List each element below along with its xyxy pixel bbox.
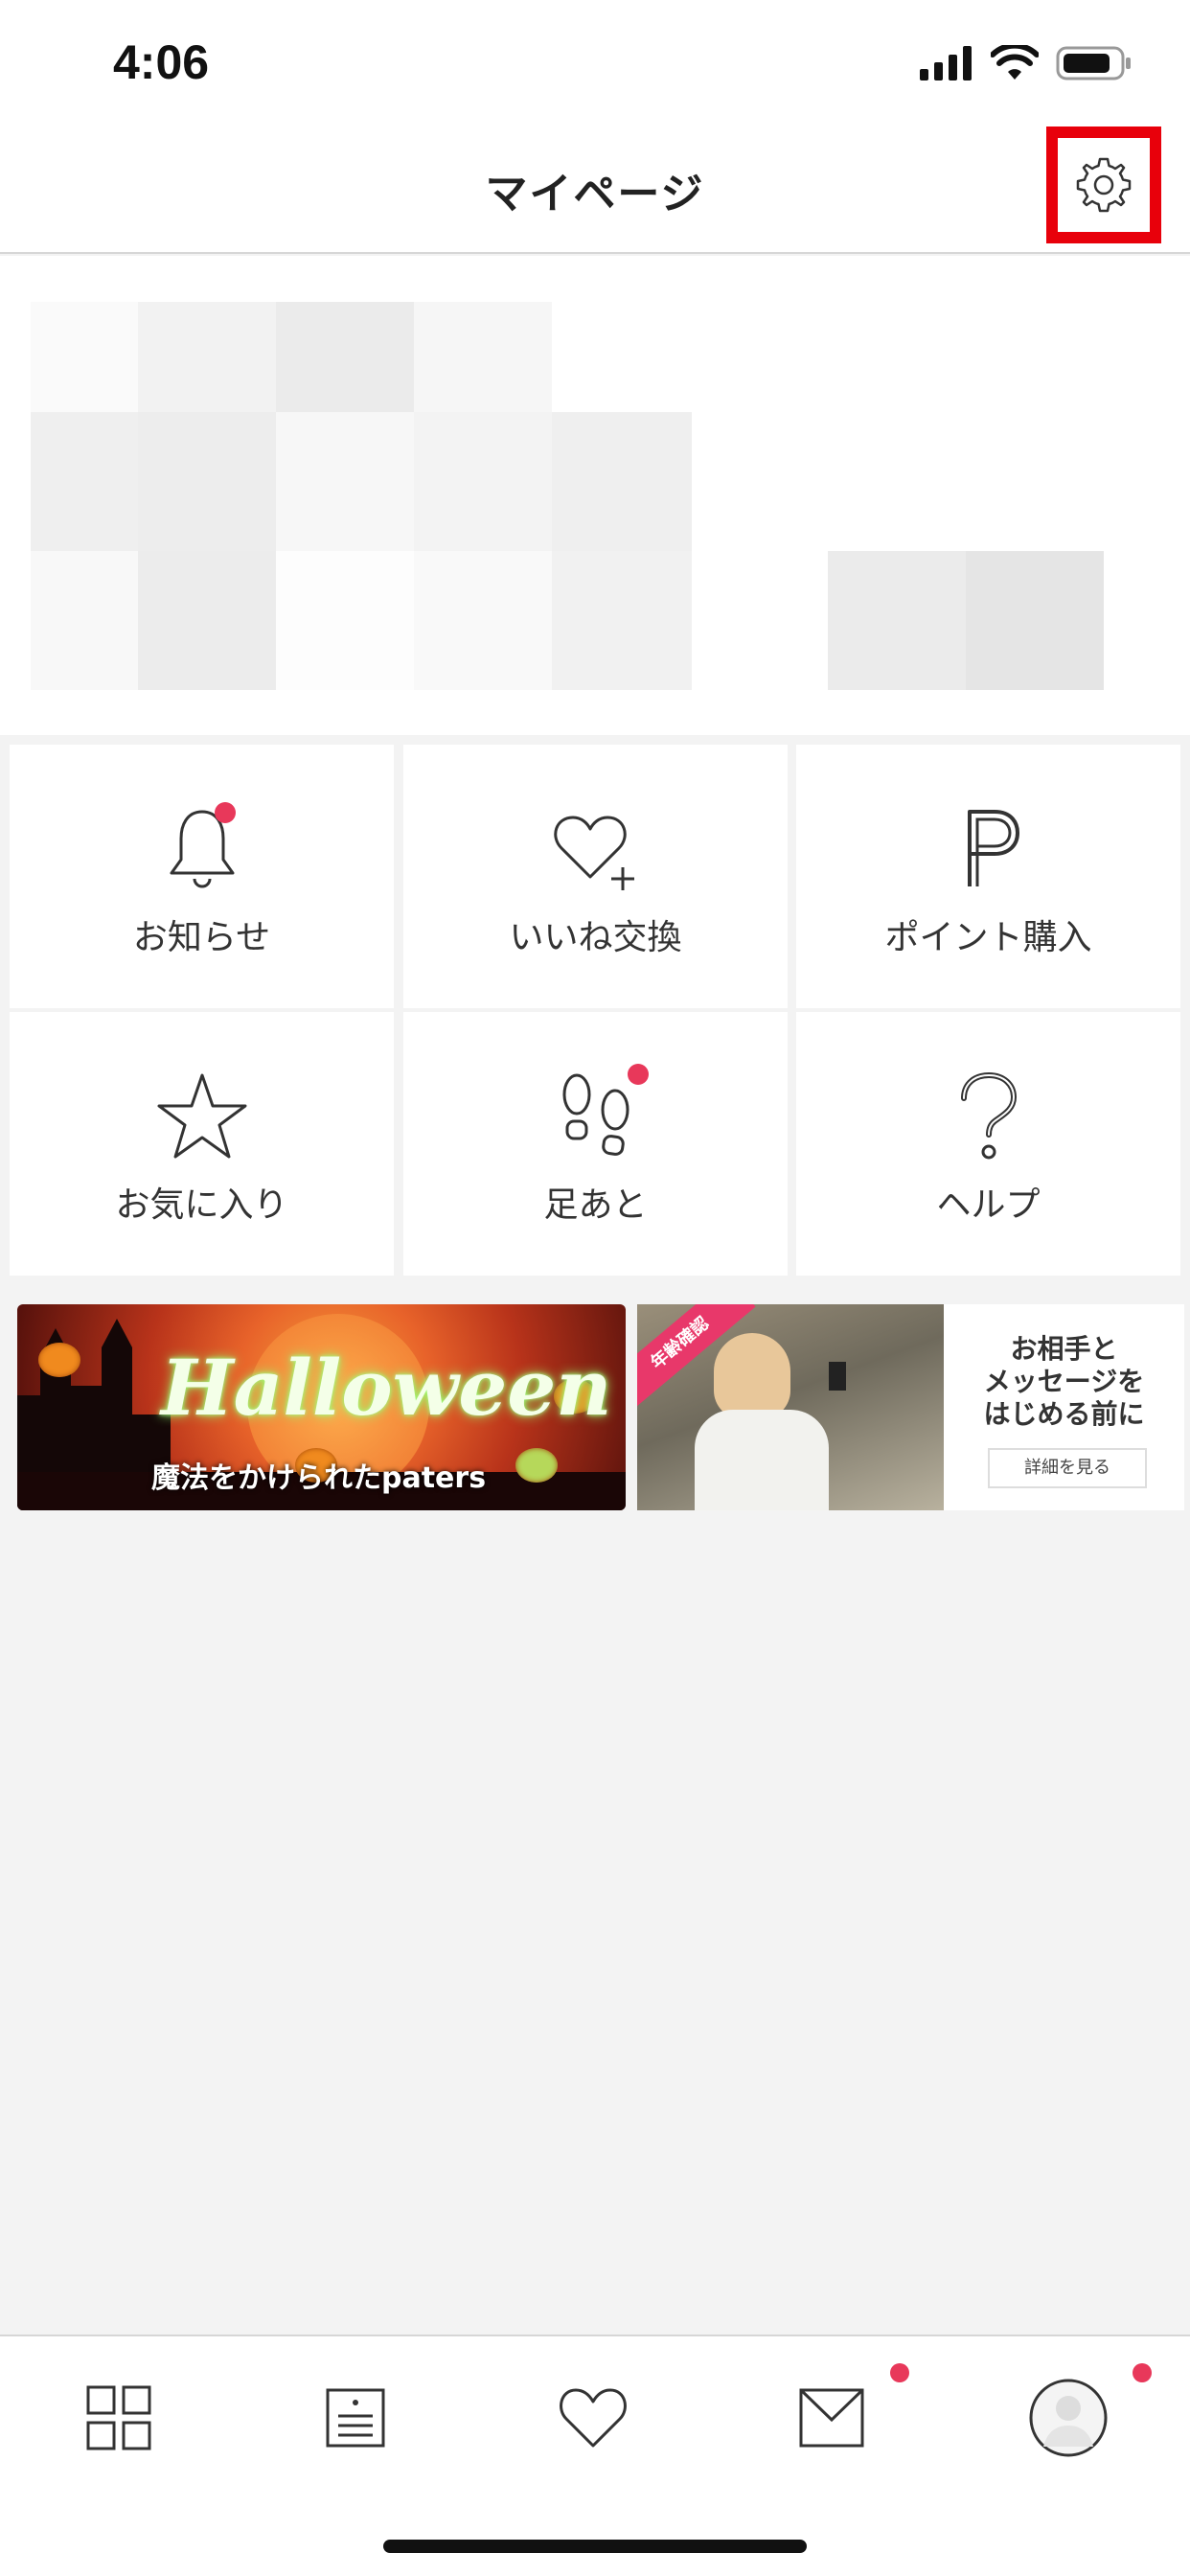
notification-badge [890, 2363, 909, 2382]
settings-button[interactable] [1046, 126, 1161, 243]
banner-headline: Halloween [161, 1343, 612, 1433]
menu-item-help[interactable]: ヘルプ [796, 1012, 1180, 1276]
menu-item-notifications[interactable]: お知らせ [10, 745, 394, 1008]
notification-badge [1133, 2363, 1152, 2382]
wifi-icon [991, 45, 1039, 80]
menu-item-label: お気に入り [115, 1185, 288, 1225]
gear-icon [1076, 157, 1132, 213]
age-verification-banner[interactable]: 年齢確認 お相手と メッセージを はじめる前に 詳細を見る [637, 1304, 1184, 1510]
menu-item-label: いいね交換 [509, 918, 682, 957]
tab-messages[interactable] [789, 2363, 909, 2461]
nav-bar: マイページ [0, 125, 1190, 254]
tab-likes[interactable] [550, 2375, 636, 2461]
question-icon [960, 1071, 1017, 1160]
points-p-icon [967, 810, 1019, 886]
tab-board[interactable] [312, 2375, 399, 2461]
banner-text: お相手と メッセージを はじめる前に [944, 1333, 1184, 1431]
banner-text-line: メッセージを [983, 1366, 1145, 1397]
page-title: マイページ [485, 170, 705, 218]
notification-badge [215, 802, 236, 823]
status-icons [920, 42, 1133, 84]
footprints-icon [562, 1073, 629, 1156]
menu-item-footprints[interactable]: 足あと [403, 1012, 788, 1276]
status-time: 4:06 [113, 35, 210, 89]
menu-item-label: ヘルプ [936, 1185, 1041, 1225]
menu-item-buy-points[interactable]: ポイント購入 [796, 745, 1180, 1008]
menu-item-like-exchange[interactable]: いいね交換 [403, 745, 788, 1008]
signal-icon [920, 46, 972, 80]
tab-bar [0, 2334, 1190, 2576]
notification-badge [628, 1064, 649, 1085]
avatar-icon [1029, 2379, 1108, 2457]
home-indicator [383, 2540, 807, 2553]
menu-item-label: ポイント購入 [884, 918, 1092, 957]
tab-home[interactable] [76, 2375, 162, 2461]
star-icon [157, 1073, 246, 1159]
banner-text-line: お相手と [1010, 1333, 1118, 1365]
banner-text-line: はじめる前に [983, 1398, 1145, 1430]
status-bar: 4:06 [0, 0, 1190, 125]
battery-icon [1056, 46, 1131, 80]
profile-mosaic-right [828, 551, 1104, 690]
pumpkin-icon [38, 1343, 80, 1377]
heart-icon [560, 2388, 627, 2448]
tab-mypage[interactable] [1025, 2363, 1152, 2461]
menu-item-label: お知らせ [132, 918, 271, 957]
halloween-banner[interactable]: Halloween 魔法をかけられたpaters [17, 1304, 626, 1510]
banner-subtitle: 魔法をかけられたpaters [151, 1461, 487, 1495]
menu-item-label: 足あと [543, 1185, 648, 1225]
profile-mosaic [31, 302, 692, 690]
pumpkin-icon [515, 1448, 558, 1483]
board-icon [326, 2388, 385, 2448]
mail-icon [799, 2388, 864, 2448]
grid-icon [86, 2385, 151, 2450]
heart-plus-icon [553, 816, 634, 890]
details-button[interactable]: 詳細を見る [988, 1448, 1147, 1488]
menu-item-favorites[interactable]: お気に入り [10, 1012, 394, 1276]
profile-area [0, 256, 1190, 735]
